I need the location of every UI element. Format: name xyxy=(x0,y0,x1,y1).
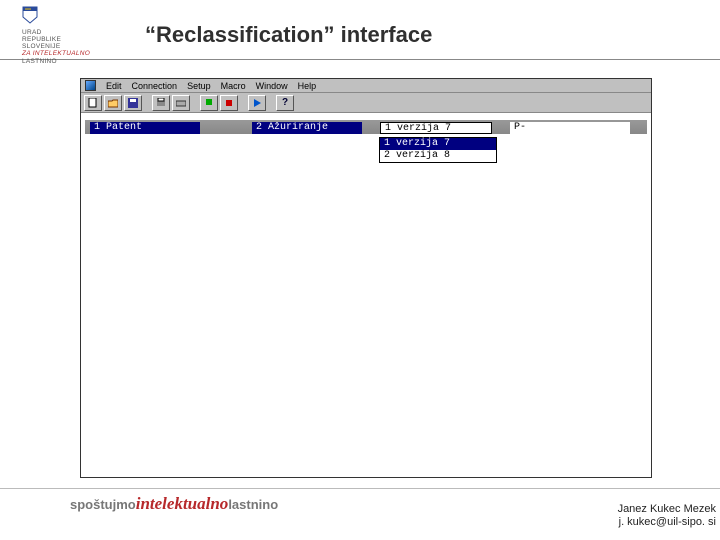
author-email: j. kukec@uil-sipo. si xyxy=(618,516,716,530)
new-doc-button[interactable] xyxy=(84,95,102,111)
disconnect-button[interactable] xyxy=(220,95,238,111)
print-button[interactable] xyxy=(152,95,170,111)
slide-footer: spoštujmointelektualnolastnino Janez Kuk… xyxy=(0,488,720,540)
open-button[interactable] xyxy=(104,95,122,111)
help-button[interactable]: ? xyxy=(276,95,294,111)
client-area: 1 Patent 2 Ažuriranje 1 verzija 7 P- 1 v… xyxy=(81,113,651,477)
menu-macro[interactable]: Macro xyxy=(221,81,246,91)
play-button[interactable] xyxy=(248,95,266,111)
toolbar: ? xyxy=(81,93,651,113)
shield-icon xyxy=(22,6,38,24)
menu-edit[interactable]: Edit xyxy=(106,81,122,91)
save-button[interactable] xyxy=(124,95,142,111)
disk-button[interactable] xyxy=(172,95,190,111)
agency-logo-text: URAD REPUBLIKE SLOVENIJE ZA INTELEKTUALN… xyxy=(22,29,92,65)
terminal-window: Edit Connection Setup Macro Window Help … xyxy=(80,78,652,478)
slide-header: URAD REPUBLIKE SLOVENIJE ZA INTELEKTUALN… xyxy=(0,0,720,60)
dropdown-item[interactable]: 2 verzija 8 xyxy=(380,150,496,162)
menu-setup[interactable]: Setup xyxy=(187,81,211,91)
version-dropdown[interactable]: 1 verzija 7 2 verzija 8 xyxy=(379,137,497,163)
system-menu-icon[interactable] xyxy=(85,80,96,91)
menu-connection[interactable]: Connection xyxy=(132,81,178,91)
menu-window[interactable]: Window xyxy=(256,81,288,91)
footer-author: Janez Kukec Mezek j. kukec@uil-sipo. si xyxy=(618,503,716,531)
dropdown-item[interactable]: 1 verzija 7 xyxy=(380,138,496,150)
field-code[interactable]: P- xyxy=(510,122,630,134)
author-name: Janez Kukec Mezek xyxy=(618,503,716,517)
menu-bar: Edit Connection Setup Macro Window Help xyxy=(81,79,651,93)
page-title: “Reclassification” interface xyxy=(145,22,432,48)
connect-button[interactable] xyxy=(200,95,218,111)
agency-logo: URAD REPUBLIKE SLOVENIJE ZA INTELEKTUALN… xyxy=(22,6,92,65)
footer-brand: spoštujmointelektualnolastnino xyxy=(70,494,278,514)
menu-help[interactable]: Help xyxy=(298,81,317,91)
field-action[interactable]: 2 Ažuriranje xyxy=(252,122,362,134)
field-type[interactable]: 1 Patent xyxy=(90,122,200,134)
field-version[interactable]: 1 verzija 7 xyxy=(380,122,492,134)
help-icon: ? xyxy=(282,97,288,108)
